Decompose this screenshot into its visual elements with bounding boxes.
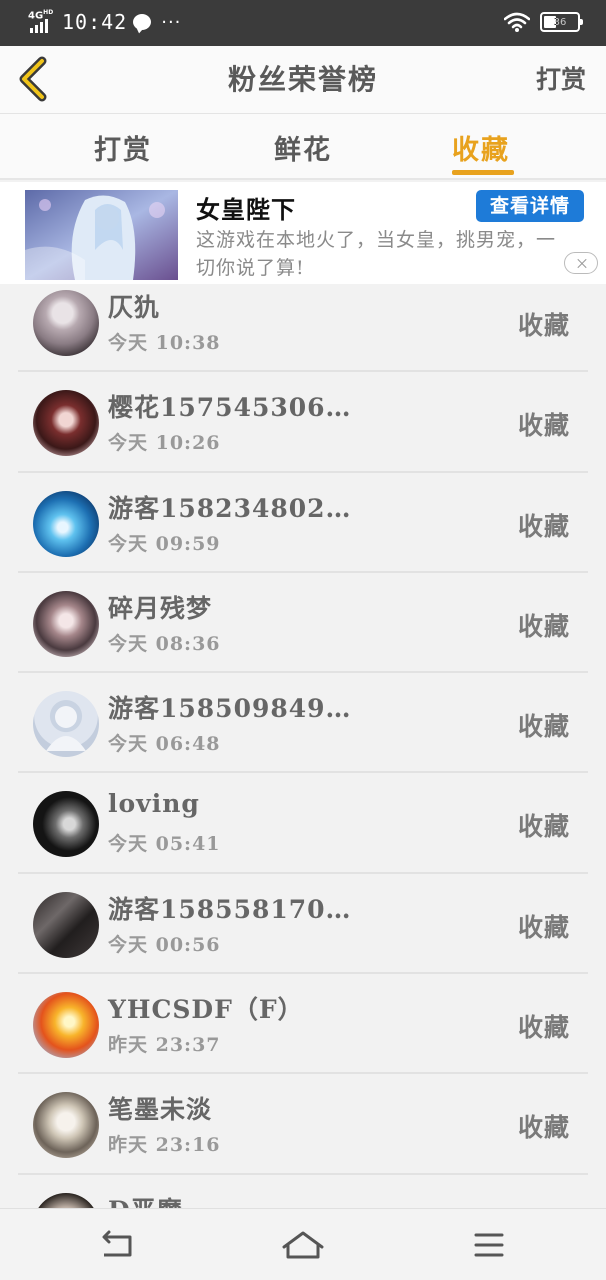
wifi-icon bbox=[504, 12, 530, 32]
user-name: 樱花157545306… bbox=[108, 393, 352, 423]
action-label: 收藏 bbox=[517, 411, 570, 441]
list-item[interactable]: 游客158234802… 今天 09:59 收藏 bbox=[18, 473, 588, 573]
action-label: 收藏 bbox=[517, 1113, 570, 1143]
favorites-list: 仄犰 今天 10:38 收藏 樱花157545306… 今天 10:26 收藏 … bbox=[18, 272, 588, 1210]
title-bar: 粉丝荣誉榜 打赏 bbox=[0, 46, 606, 114]
action-label: 收藏 bbox=[517, 611, 570, 641]
tip-action-link[interactable]: 打赏 bbox=[536, 60, 586, 96]
avatar[interactable] bbox=[33, 891, 99, 958]
nav-back-button[interactable] bbox=[94, 1223, 140, 1267]
menu-icon bbox=[474, 1233, 504, 1257]
user-name: 游客158558170… bbox=[108, 894, 352, 924]
user-name: 碎月残梦 bbox=[108, 593, 213, 623]
timestamp: 今天 08:36 bbox=[108, 632, 221, 655]
avatar[interactable] bbox=[33, 390, 99, 457]
timestamp: 今天 10:38 bbox=[108, 332, 221, 354]
list-item[interactable]: YHCSDF（F） 昨天 23:37 收藏 bbox=[18, 974, 588, 1075]
list-item[interactable]: loving 今天 05:41 收藏 bbox=[18, 773, 588, 874]
avatar[interactable] bbox=[33, 791, 99, 858]
user-name: 游客158234802… bbox=[108, 493, 352, 523]
nav-home-button[interactable] bbox=[280, 1223, 326, 1267]
battery-level: 36 bbox=[553, 16, 567, 28]
avatar[interactable] bbox=[33, 490, 99, 557]
ad-title: 女皇陛下 bbox=[196, 195, 296, 224]
ad-details-button[interactable]: 查看详情 bbox=[476, 190, 584, 222]
tab-bar: 打赏 鲜花 收藏 bbox=[0, 114, 606, 180]
user-name: loving bbox=[108, 789, 200, 819]
close-icon[interactable] bbox=[564, 252, 598, 274]
status-time: 10:42 bbox=[62, 10, 128, 34]
status-left: 4GHD 10:42 ··· bbox=[28, 9, 181, 35]
tab-favorites[interactable]: 收藏 bbox=[452, 128, 510, 167]
more-notifications-indicator: ··· bbox=[161, 11, 182, 33]
signal-icon: 4GHD bbox=[28, 9, 56, 35]
avatar[interactable] bbox=[33, 992, 99, 1059]
timestamp: 今天 09:59 bbox=[108, 532, 221, 555]
list-item[interactable]: 碎月残梦 今天 08:36 收藏 bbox=[18, 573, 588, 674]
list-item[interactable]: D恶魔 bbox=[18, 1175, 588, 1210]
user-name: 仄犰 bbox=[108, 293, 161, 322]
list-item[interactable]: 笔墨未淡 昨天 23:16 收藏 bbox=[18, 1074, 588, 1175]
network-suffix: HD bbox=[43, 9, 54, 16]
tab-tips[interactable]: 打赏 bbox=[94, 128, 152, 167]
page-title: 粉丝荣誉榜 bbox=[227, 63, 378, 96]
status-bar: 4GHD 10:42 ··· 36 bbox=[0, 0, 606, 46]
timestamp: 昨天 23:37 bbox=[108, 1034, 221, 1057]
tab-flowers[interactable]: 鲜花 bbox=[274, 128, 332, 167]
ad-image[interactable] bbox=[25, 190, 178, 280]
chat-bubble-icon bbox=[133, 14, 152, 30]
timestamp: 昨天 23:16 bbox=[108, 1134, 221, 1157]
list-item[interactable]: 仄犰 今天 10:38 收藏 bbox=[18, 272, 588, 373]
battery-icon: 36 bbox=[540, 12, 583, 32]
user-name: YHCSDF（F） bbox=[108, 995, 304, 1025]
active-tab-indicator bbox=[452, 170, 514, 175]
avatar[interactable] bbox=[33, 1092, 99, 1159]
home-icon bbox=[282, 1231, 324, 1259]
timestamp: 今天 06:48 bbox=[108, 733, 221, 756]
system-nav-bar bbox=[0, 1208, 606, 1280]
list-item[interactable]: 樱花157545306… 今天 10:26 收藏 bbox=[18, 372, 588, 473]
back-arrow-icon bbox=[102, 1230, 132, 1257]
default-avatar-icon bbox=[46, 706, 86, 752]
action-label: 收藏 bbox=[517, 511, 570, 541]
avatar[interactable] bbox=[33, 691, 99, 758]
status-right: 36 bbox=[504, 12, 583, 32]
list-item[interactable]: 游客158558170… 今天 00:56 收藏 bbox=[18, 874, 588, 975]
timestamp: 今天 05:41 bbox=[108, 833, 221, 856]
avatar[interactable] bbox=[33, 290, 99, 356]
ad-banner[interactable]: 女皇陛下 查看详情 这游戏在本地火了，当女皇，挑男宠，一切你说了算! bbox=[0, 182, 606, 284]
user-name: 游客158509849… bbox=[108, 694, 352, 724]
avatar[interactable] bbox=[33, 590, 99, 657]
action-label: 收藏 bbox=[517, 1013, 570, 1043]
action-label: 收藏 bbox=[517, 311, 570, 340]
action-label: 收藏 bbox=[517, 712, 570, 742]
user-name: 笔墨未淡 bbox=[108, 1095, 213, 1125]
action-label: 收藏 bbox=[517, 912, 570, 942]
nav-menu-button[interactable] bbox=[466, 1223, 512, 1267]
list-item[interactable]: 游客158509849… 今天 06:48 收藏 bbox=[18, 673, 588, 774]
timestamp: 今天 00:56 bbox=[108, 933, 221, 956]
timestamp: 今天 10:26 bbox=[108, 432, 221, 455]
action-label: 收藏 bbox=[517, 812, 570, 842]
